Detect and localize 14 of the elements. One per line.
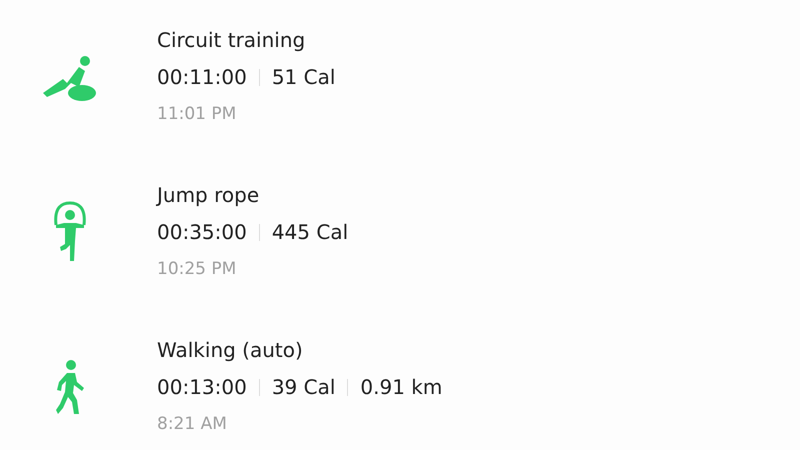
activity-stat: 00:13:00 bbox=[157, 374, 247, 401]
activity-name: Jump rope bbox=[157, 182, 260, 209]
activity-name: Circuit training bbox=[157, 27, 306, 54]
activity-time: 10:25 PM bbox=[157, 258, 238, 281]
activity-stat: 00:11:00 bbox=[157, 64, 247, 91]
walking-person-icon bbox=[55, 360, 85, 416]
activity-time: 8:21 AM bbox=[157, 413, 228, 436]
activity-stat: 51 Cal bbox=[272, 64, 336, 91]
activity-stat: 39 Cal bbox=[272, 374, 336, 401]
activity-name: Walking (auto) bbox=[157, 337, 304, 364]
activity-stat: 0.91 km bbox=[360, 374, 442, 401]
activity-stat: 445 Cal bbox=[272, 219, 348, 246]
activity-stat: 00:35:00 bbox=[157, 219, 247, 246]
activity-time: 11:01 PM bbox=[157, 103, 238, 126]
